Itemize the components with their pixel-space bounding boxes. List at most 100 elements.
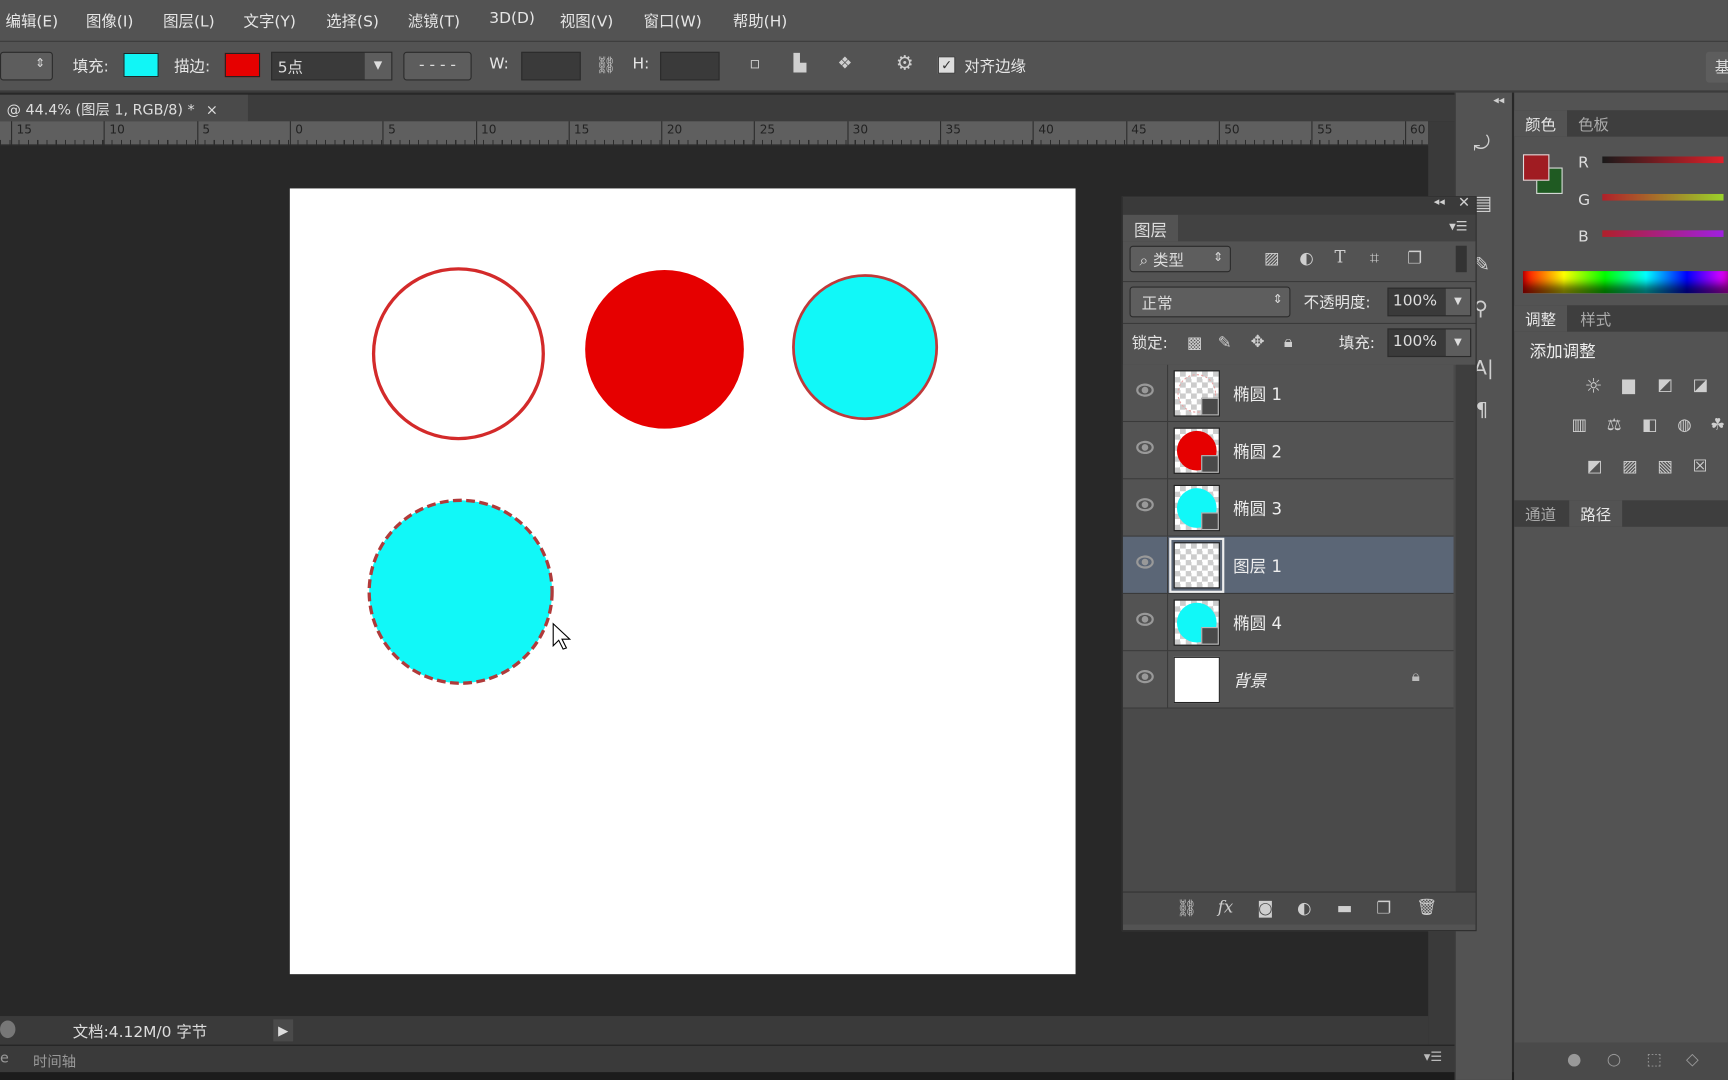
tool-preset-picker[interactable]: ⇕ (0, 51, 53, 81)
photo-filter-icon[interactable]: ◍ (1677, 414, 1691, 434)
chevron-down-icon[interactable]: ▼ (364, 52, 392, 80)
layer-row[interactable]: 图层 1 (1122, 536, 1454, 594)
channel-mixer-icon[interactable]: ☘ (1710, 414, 1725, 434)
layer-row[interactable]: 椭圆 4 (1122, 593, 1454, 652)
menu-view[interactable]: 视图(V) (560, 10, 613, 32)
selective-color-icon[interactable]: ☒ (1693, 456, 1708, 476)
adjustment-filter-icon[interactable]: ◐ (1299, 248, 1313, 268)
foreground-color-swatch[interactable] (1522, 154, 1550, 181)
menu-window[interactable]: 窗口(W) (644, 10, 702, 32)
trash-icon[interactable]: 🗑︎ (1416, 897, 1437, 917)
document-canvas[interactable] (289, 188, 1076, 975)
close-icon[interactable]: × (206, 102, 218, 119)
type-filter-icon[interactable]: T (1335, 247, 1346, 267)
layers-panel-titlebar[interactable]: ◂◂ ✕ (1122, 195, 1476, 215)
align-edges-checkbox[interactable]: ✓ (937, 56, 956, 74)
fill-field[interactable]: 100% ▼ (1387, 328, 1472, 358)
chevron-down-icon[interactable]: ▼ (1445, 329, 1471, 356)
menu-edit[interactable]: 编辑(E) (6, 10, 59, 32)
lock-all-icon[interactable]: 🔒︎ (1284, 332, 1293, 352)
fx-icon[interactable]: fx (1218, 897, 1233, 917)
black-white-icon[interactable]: ◧ (1642, 414, 1658, 434)
adjustment-layer-icon[interactable]: ◐ (1297, 898, 1311, 918)
tab-styles[interactable]: 样式 (1569, 305, 1622, 331)
panel-menu-icon[interactable]: ▾☰ (1424, 1049, 1442, 1064)
threshold-icon[interactable]: ▧ (1657, 456, 1673, 476)
collapse-icon[interactable]: ◂◂ (1493, 95, 1504, 107)
tab-color[interactable]: 颜色 (1514, 110, 1568, 137)
document-tab[interactable]: @ 44.4% (图层 1, RGB/8) * × (0, 94, 248, 122)
tab-layers[interactable]: 图层 (1122, 214, 1179, 242)
levels-icon[interactable]: ▆ (1622, 375, 1635, 395)
tab-swatches[interactable]: 色板 (1567, 110, 1620, 136)
path-operations-icon[interactable]: ▫ (749, 53, 760, 73)
color-spectrum[interactable] (1522, 271, 1728, 294)
paragraph-icon[interactable]: ¶ (1476, 399, 1489, 422)
layer-row[interactable]: 椭圆 3 (1122, 479, 1454, 537)
eye-icon[interactable] (1136, 555, 1154, 569)
lock-pixels-brush-icon[interactable]: ✎ (1218, 333, 1232, 353)
collapse-icon[interactable]: ◂◂ (1434, 196, 1445, 208)
layers-scrollbar[interactable] (1455, 364, 1476, 892)
ellipse-2-red[interactable] (585, 269, 744, 429)
color-balance-icon[interactable]: ⚖ (1607, 414, 1622, 434)
chevron-down-icon[interactable]: ▼ (1445, 288, 1471, 316)
panel-menu-icon[interactable]: ▾☰ (1449, 218, 1467, 233)
gear-icon[interactable]: ⚙ (896, 52, 914, 75)
stroke-color-swatch[interactable] (224, 52, 261, 78)
ellipse-1-outline[interactable] (371, 267, 545, 441)
status-menu-arrow[interactable]: ▶ (273, 1019, 294, 1042)
stroke-path-icon[interactable]: ○ (1607, 1049, 1621, 1069)
smart-object-filter-icon[interactable]: ❐ (1407, 248, 1422, 268)
eye-icon[interactable] (1136, 498, 1154, 512)
eye-icon[interactable] (1136, 670, 1154, 684)
menu-layer[interactable]: 图层(L) (163, 10, 215, 32)
r-slider[interactable] (1602, 156, 1724, 164)
folder-icon[interactable]: ▬ (1337, 898, 1353, 918)
eye-icon[interactable] (1136, 383, 1154, 397)
menu-type[interactable]: 文字(Y) (244, 10, 296, 32)
height-input[interactable] (660, 51, 720, 81)
load-selection-icon[interactable]: ⬚ (1646, 1049, 1662, 1069)
stroke-type-dropdown[interactable]: - - - - (403, 51, 472, 81)
shape-filter-icon[interactable]: ⌗ (1370, 248, 1379, 268)
brightness-icon[interactable]: ☼ (1585, 375, 1603, 398)
path-alignment-icon[interactable]: ▙ (793, 53, 806, 73)
panel-tab-cut[interactable]: e (0, 1050, 9, 1067)
add-mask-icon[interactable]: ◙ (1257, 898, 1273, 918)
stroke-width-field[interactable]: 5点 ▼ (271, 51, 393, 81)
menu-help[interactable]: 帮助(H) (733, 10, 787, 32)
menu-image[interactable]: 图像(I) (86, 10, 133, 32)
opacity-field[interactable]: 100% ▼ (1387, 287, 1472, 317)
invert-icon[interactable]: ◩ (1587, 456, 1603, 476)
b-slider[interactable] (1602, 230, 1724, 237)
lock-transparent-icon[interactable]: ▩ (1187, 333, 1203, 353)
width-input[interactable] (521, 51, 581, 81)
timeline-tab[interactable]: 时间轴 (33, 1050, 76, 1072)
menu-select[interactable]: 选择(S) (326, 10, 379, 32)
exposure-icon[interactable]: ◪ (1693, 375, 1709, 395)
filter-toggle[interactable] (1455, 245, 1467, 273)
path-arrangement-icon[interactable]: ❖ (838, 53, 853, 73)
tab-channels[interactable]: 通道 (1514, 500, 1567, 526)
layer-row[interactable]: 椭圆 2 (1122, 422, 1454, 480)
curves-icon[interactable]: ◩ (1657, 375, 1673, 395)
blend-mode-dropdown[interactable]: 正常 ⇕ (1129, 286, 1291, 318)
link-icon[interactable]: ⛓ (595, 55, 616, 75)
workspace-button[interactable]: 基 (1705, 51, 1728, 83)
tab-paths[interactable]: 路径 (1569, 500, 1623, 527)
tab-adjustments[interactable]: 调整 (1514, 305, 1568, 332)
history-icon[interactable]: ⤾ (1473, 132, 1490, 155)
gradient-map-icon[interactable]: ▨ (1622, 456, 1638, 476)
g-slider[interactable] (1602, 193, 1724, 201)
make-work-path-icon[interactable]: ◇ (1686, 1049, 1699, 1069)
menu-3d[interactable]: 3D(D) (489, 10, 535, 28)
ellipse-4-dashed[interactable] (367, 498, 554, 685)
layer-row[interactable]: 背景 🔒︎ (1122, 651, 1454, 709)
layer-row[interactable]: 椭圆 1 (1122, 364, 1454, 423)
pixel-filter-icon[interactable]: ▨ (1264, 248, 1280, 268)
link-layers-icon[interactable]: ⛓ (1176, 898, 1197, 918)
eye-icon[interactable] (1136, 440, 1154, 455)
fill-path-icon[interactable]: ● (1567, 1049, 1581, 1069)
filter-kind-dropdown[interactable]: ⌕ 类型 ⇕ (1129, 245, 1231, 273)
